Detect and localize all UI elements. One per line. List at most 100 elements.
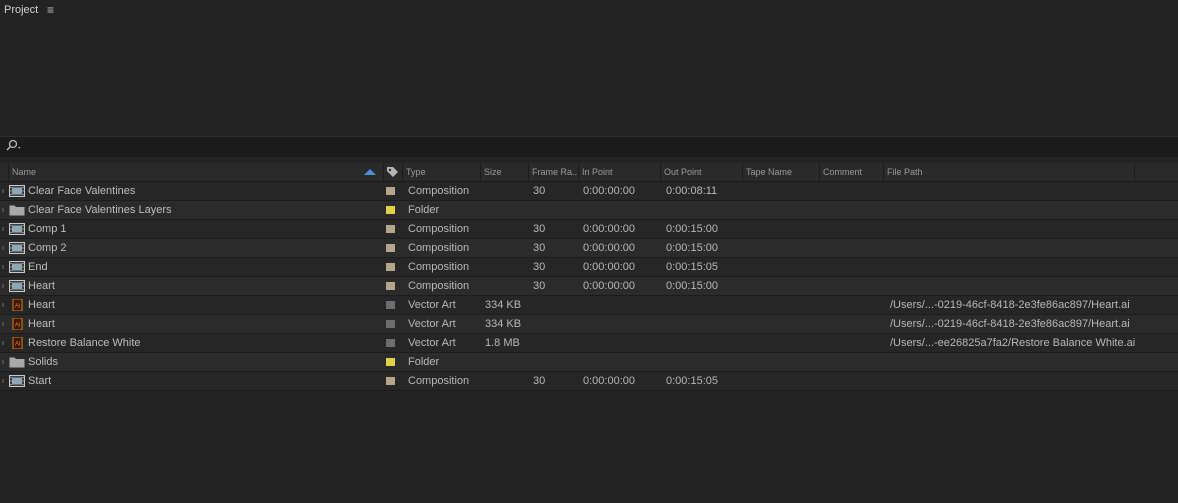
item-frame-rate bbox=[533, 315, 578, 333]
column-name[interactable]: Name bbox=[8, 163, 383, 181]
row-drag-handle[interactable] bbox=[2, 208, 4, 212]
item-frame-rate: 30 bbox=[533, 223, 546, 235]
item-in-point bbox=[583, 201, 663, 219]
table-row[interactable]: Heart Composition 30 0:00:00:00 0:00:15:00 bbox=[0, 277, 1178, 296]
label-color-swatch[interactable] bbox=[386, 358, 395, 366]
item-file-path bbox=[890, 201, 1160, 219]
column-comment[interactable]: Comment bbox=[819, 163, 883, 181]
item-frame-rate bbox=[533, 296, 578, 314]
column-file-path[interactable]: File Path bbox=[883, 163, 1134, 181]
table-row[interactable]: Comp 1 Composition 30 0:00:00:00 0:00:15:00 bbox=[0, 220, 1178, 239]
row-drag-handle[interactable] bbox=[2, 227, 4, 231]
column-type[interactable]: Type bbox=[402, 163, 480, 181]
item-frame-rate: 30 bbox=[533, 185, 546, 197]
column-tape-name[interactable]: Tape Name bbox=[742, 163, 819, 181]
item-file-path bbox=[890, 258, 1160, 276]
table-row[interactable]: Ai Heart Vector Art 334 KB/Users/...-0219-4… bbox=[0, 296, 1178, 315]
item-file-path bbox=[890, 182, 1160, 200]
item-size: 334 KB bbox=[485, 318, 522, 330]
item-frame-rate bbox=[533, 334, 578, 352]
item-type: Composition bbox=[408, 185, 470, 197]
svg-text:Ai: Ai bbox=[15, 342, 20, 348]
item-out-point: 0:00:08:11 bbox=[666, 185, 718, 197]
column-spacer bbox=[1134, 163, 1160, 181]
item-size bbox=[485, 372, 530, 390]
row-drag-handle[interactable] bbox=[2, 265, 4, 269]
item-name: Restore Balance White bbox=[28, 337, 141, 349]
item-out-point bbox=[666, 334, 746, 352]
item-frame-rate bbox=[533, 201, 578, 219]
row-drag-handle[interactable] bbox=[2, 284, 4, 288]
label-color-swatch[interactable] bbox=[386, 377, 395, 385]
label-color-swatch[interactable] bbox=[386, 320, 395, 328]
item-size bbox=[485, 277, 530, 295]
table-header: Name Type Size Frame Ra... In Point Out … bbox=[0, 163, 1178, 182]
item-out-point: 0:00:15:00 bbox=[666, 280, 718, 292]
svg-text:Ai: Ai bbox=[15, 304, 20, 310]
row-drag-handle[interactable] bbox=[2, 379, 4, 383]
item-type: Composition bbox=[408, 375, 470, 387]
item-frame-rate: 30 bbox=[533, 261, 546, 273]
label-color-swatch[interactable] bbox=[386, 225, 395, 233]
table-row[interactable]: Clear Face Valentines Composition 30 0:00:0… bbox=[0, 182, 1178, 201]
item-size bbox=[485, 220, 530, 238]
item-out-point: 0:00:15:00 bbox=[666, 223, 718, 235]
item-type: Vector Art bbox=[408, 318, 456, 330]
composition-icon bbox=[9, 223, 25, 235]
label-color-swatch[interactable] bbox=[386, 263, 395, 271]
row-drag-handle[interactable] bbox=[2, 360, 4, 364]
item-type: Vector Art bbox=[408, 337, 456, 349]
item-file-path: /Users/...-ee26825a7fa2/Restore Balance … bbox=[890, 337, 1136, 349]
item-type: Vector Art bbox=[408, 299, 456, 311]
item-in-point: 0:00:00:00 bbox=[583, 375, 635, 387]
item-name: Heart bbox=[28, 280, 55, 292]
row-drag-handle[interactable] bbox=[2, 246, 4, 250]
column-in-point[interactable]: In Point bbox=[578, 163, 660, 181]
table-body: Clear Face Valentines Composition 30 0:00:0… bbox=[0, 182, 1178, 391]
item-out-point bbox=[666, 296, 746, 314]
table-row[interactable]: Comp 2 Composition 30 0:00:00:00 0:00:15:00 bbox=[0, 239, 1178, 258]
item-size bbox=[485, 182, 530, 200]
item-frame-rate: 30 bbox=[533, 242, 546, 254]
sort-ascending-icon[interactable] bbox=[364, 169, 376, 175]
item-file-path bbox=[890, 277, 1160, 295]
label-color-swatch[interactable] bbox=[386, 282, 395, 290]
search-input[interactable] bbox=[26, 138, 1170, 156]
table-row[interactable]: Clear Face Valentines Layers Folder bbox=[0, 201, 1178, 220]
column-size[interactable]: Size bbox=[480, 163, 528, 181]
panel-title: Project bbox=[4, 4, 39, 16]
item-out-point bbox=[666, 315, 746, 333]
column-label[interactable] bbox=[383, 163, 402, 181]
label-color-swatch[interactable] bbox=[386, 206, 395, 214]
table-row[interactable]: Ai Restore Balance White Vector Art 1.8 MB /… bbox=[0, 334, 1178, 353]
composition-icon bbox=[9, 185, 25, 197]
search-icon[interactable] bbox=[5, 139, 23, 158]
preview-area bbox=[0, 22, 1178, 136]
table-row[interactable]: End Composition 30 0:00:00:00 0:00:15:05 bbox=[0, 258, 1178, 277]
illustrator-file-icon: Ai bbox=[9, 318, 25, 330]
row-drag-handle[interactable] bbox=[2, 341, 4, 345]
item-frame-rate bbox=[533, 353, 578, 371]
table-row[interactable]: Start Composition 30 0:00:00:00 0:00:15:05 bbox=[0, 372, 1178, 391]
item-in-point: 0:00:00:00 bbox=[583, 261, 635, 273]
label-color-swatch[interactable] bbox=[386, 301, 395, 309]
item-frame-rate: 30 bbox=[533, 280, 546, 292]
row-drag-handle[interactable] bbox=[2, 189, 4, 193]
item-in-point bbox=[583, 353, 663, 371]
item-size: 334 KB bbox=[485, 299, 522, 311]
item-in-point bbox=[583, 296, 663, 314]
item-name: Clear Face Valentines bbox=[28, 185, 136, 197]
column-frame-rate[interactable]: Frame Ra... bbox=[528, 163, 578, 181]
item-file-path: /Users/...-0219-46cf-8418-2e3fe86ac897/H… bbox=[890, 299, 1130, 311]
label-color-swatch[interactable] bbox=[386, 244, 395, 252]
row-drag-handle[interactable] bbox=[2, 322, 4, 326]
row-drag-handle[interactable] bbox=[2, 303, 4, 307]
table-row[interactable]: Solids Folder bbox=[0, 353, 1178, 372]
item-type: Composition bbox=[408, 261, 470, 273]
column-out-point[interactable]: Out Point bbox=[660, 163, 742, 181]
illustrator-file-icon: Ai bbox=[9, 299, 25, 311]
table-row[interactable]: Ai Heart Vector Art 334 KB/Users/...-0219-4… bbox=[0, 315, 1178, 334]
label-color-swatch[interactable] bbox=[386, 187, 395, 195]
panel-menu-icon[interactable]: ≡ bbox=[47, 3, 54, 17]
label-color-swatch[interactable] bbox=[386, 339, 395, 347]
